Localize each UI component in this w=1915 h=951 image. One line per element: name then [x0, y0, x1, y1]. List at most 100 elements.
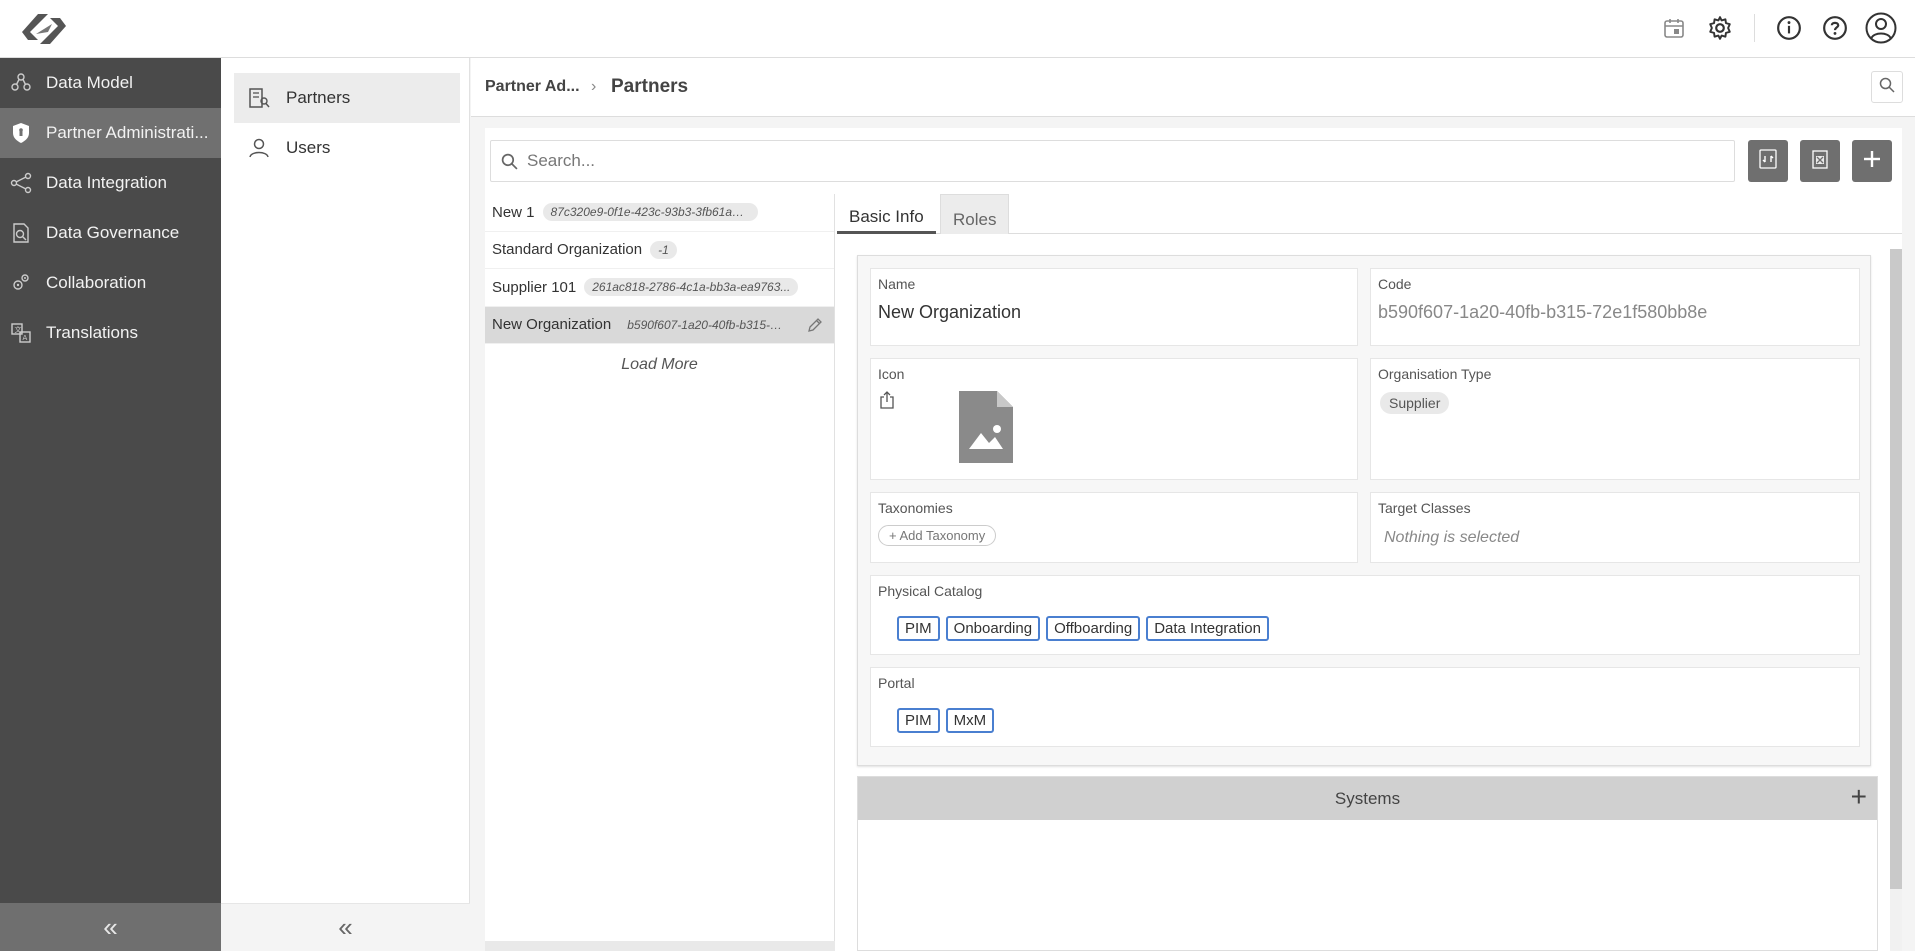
user-icon[interactable]	[1865, 12, 1897, 44]
help-icon[interactable]	[1819, 12, 1851, 44]
collapse-sub-nav-button[interactable]: «	[221, 903, 470, 951]
organisation-type-tag[interactable]: Supplier	[1380, 392, 1450, 414]
systems-section: Systems +	[857, 776, 1878, 951]
double-chevron-left-icon: «	[338, 912, 353, 942]
search-icon	[491, 153, 527, 170]
user-icon	[246, 135, 272, 161]
settings-icon[interactable]	[1704, 12, 1736, 44]
taxonomies-field: Taxonomies + Add Taxonomy	[870, 492, 1358, 563]
nav-label: Collaboration	[46, 273, 147, 292]
pencil-icon[interactable]	[806, 316, 824, 334]
name-label: Name	[878, 276, 916, 292]
info-icon[interactable]	[1773, 12, 1805, 44]
target-classes-field[interactable]: Target Classes Nothing is selected	[1370, 492, 1860, 563]
search-icon	[1879, 77, 1895, 98]
delete-button[interactable]	[1800, 140, 1840, 182]
refresh-icon	[1757, 148, 1779, 175]
taxonomies-label: Taxonomies	[878, 500, 953, 516]
tab-roles[interactable]: Roles	[940, 194, 1010, 234]
list-item-code: 261ac818-2786-4c1a-bb3a-ea9763...	[584, 278, 799, 297]
double-chevron-left-icon: «	[103, 911, 118, 942]
list-item-name: Supplier 101	[492, 278, 577, 296]
list-item-name: Standard Organization	[492, 241, 643, 259]
partners-icon	[246, 85, 272, 111]
page-title: Partners	[611, 76, 689, 97]
collaboration-icon	[8, 270, 34, 296]
nav-item-data-integration[interactable]: Data Integration	[0, 158, 221, 208]
catalog-chip-offboarding[interactable]: Offboarding	[1046, 616, 1141, 641]
tab-bar: Basic Info Roles	[837, 194, 1902, 234]
nav-label: Data Governance	[46, 223, 180, 242]
code-label: Code	[1378, 276, 1412, 292]
sub-item-users[interactable]: Users	[234, 123, 460, 173]
list-item[interactable]: New 1 87c320e9-0f1e-423c-93b3-3fb61a14a4…	[485, 194, 834, 232]
search-field[interactable]	[490, 140, 1735, 182]
list-item-code: 87c320e9-0f1e-423c-93b3-3fb61a14a45f	[542, 203, 758, 222]
list-item-code: -1	[650, 240, 677, 259]
upload-icon[interactable]	[879, 391, 895, 414]
nav-label: Translations	[46, 323, 138, 342]
data-model-icon	[8, 70, 34, 96]
list-item-selected[interactable]: New Organization b590f607-1a20-40fb-b315…	[485, 306, 834, 344]
nav-label: Data Model	[46, 73, 133, 92]
governance-icon	[8, 220, 34, 246]
add-button[interactable]	[1852, 140, 1892, 182]
systems-header: Systems +	[858, 777, 1877, 820]
nav-label: Partner Administrati...	[46, 123, 209, 142]
catalog-chip-pim[interactable]: PIM	[897, 616, 940, 641]
add-system-icon[interactable]: +	[1851, 783, 1867, 811]
share-nodes-icon	[8, 170, 34, 196]
collapse-left-nav-button[interactable]: «	[0, 903, 221, 951]
sub-item-label: Users	[286, 138, 331, 157]
basic-info-card: Name New Organization Code b590f607-1a20…	[857, 255, 1871, 766]
logo-icon[interactable]	[20, 10, 68, 48]
nav-item-data-model[interactable]: Data Model	[0, 58, 221, 108]
nav-item-translations[interactable]: 文A Translations	[0, 308, 221, 358]
image-placeholder-icon[interactable]	[957, 389, 1015, 470]
nav-label: Data Integration	[46, 173, 167, 192]
breadcrumb-parent[interactable]: Partner Ad...	[485, 78, 580, 96]
nav-item-data-governance[interactable]: Data Governance	[0, 208, 221, 258]
toolbar-divider	[1754, 14, 1755, 42]
tab-basic-info[interactable]: Basic Info	[837, 194, 936, 234]
plus-icon	[1862, 149, 1882, 174]
sub-item-partners[interactable]: Partners	[234, 73, 460, 123]
detail-panel: Basic Info Roles Name New Organization C…	[837, 194, 1902, 951]
header-search-button[interactable]	[1871, 71, 1903, 103]
icon-field: Icon	[870, 358, 1358, 480]
scrollbar-thumb[interactable]	[1890, 249, 1902, 889]
breadcrumb-separator: ›	[591, 78, 597, 95]
nav-item-collaboration[interactable]: Collaboration	[0, 258, 221, 308]
name-field[interactable]: Name New Organization	[870, 268, 1358, 346]
organisation-type-field[interactable]: Organisation Type Supplier	[1370, 358, 1860, 480]
svg-text:文: 文	[15, 325, 22, 334]
delete-icon	[1809, 148, 1831, 175]
systems-title: Systems	[1334, 788, 1401, 808]
horizontal-scrollbar[interactable]	[485, 941, 835, 951]
portal-chip-pim[interactable]: PIM	[897, 708, 940, 733]
icon-label: Icon	[878, 366, 905, 382]
top-bar	[0, 0, 1915, 58]
list-item[interactable]: Supplier 101 261ac818-2786-4c1a-bb3a-ea9…	[485, 269, 834, 307]
nav-item-partner-administration[interactable]: Partner Administrati...	[0, 108, 221, 158]
portal-chips: PIM MxM	[897, 708, 995, 733]
catalog-chip-onboarding[interactable]: Onboarding	[945, 616, 1041, 641]
list-item[interactable]: Standard Organization -1	[485, 232, 834, 269]
breadcrumb: Partner Ad... › Partners	[471, 58, 1915, 117]
portal-label: Portal	[878, 675, 915, 691]
portal-chip-mxm[interactable]: MxM	[945, 708, 995, 733]
target-classes-label: Target Classes	[1378, 500, 1471, 516]
calendar-icon[interactable]	[1658, 12, 1690, 44]
catalog-chip-data-integration[interactable]: Data Integration	[1146, 616, 1269, 641]
target-classes-value: Nothing is selected	[1384, 529, 1520, 546]
code-field: Code b590f607-1a20-40fb-b315-72e1f580bb8…	[1370, 268, 1860, 346]
left-navigation: Data Model Partner Administrati... Data …	[0, 58, 221, 951]
add-taxonomy-button[interactable]: + Add Taxonomy	[878, 525, 997, 546]
portal-field: Portal PIM MxM	[870, 667, 1860, 747]
load-more-link[interactable]: Load More	[485, 356, 834, 374]
vertical-scrollbar[interactable]	[1890, 249, 1902, 951]
organisation-type-label: Organisation Type	[1378, 366, 1492, 382]
search-input[interactable]	[527, 151, 1717, 171]
name-value: New Organization	[878, 302, 1022, 322]
refresh-button[interactable]	[1748, 140, 1788, 182]
